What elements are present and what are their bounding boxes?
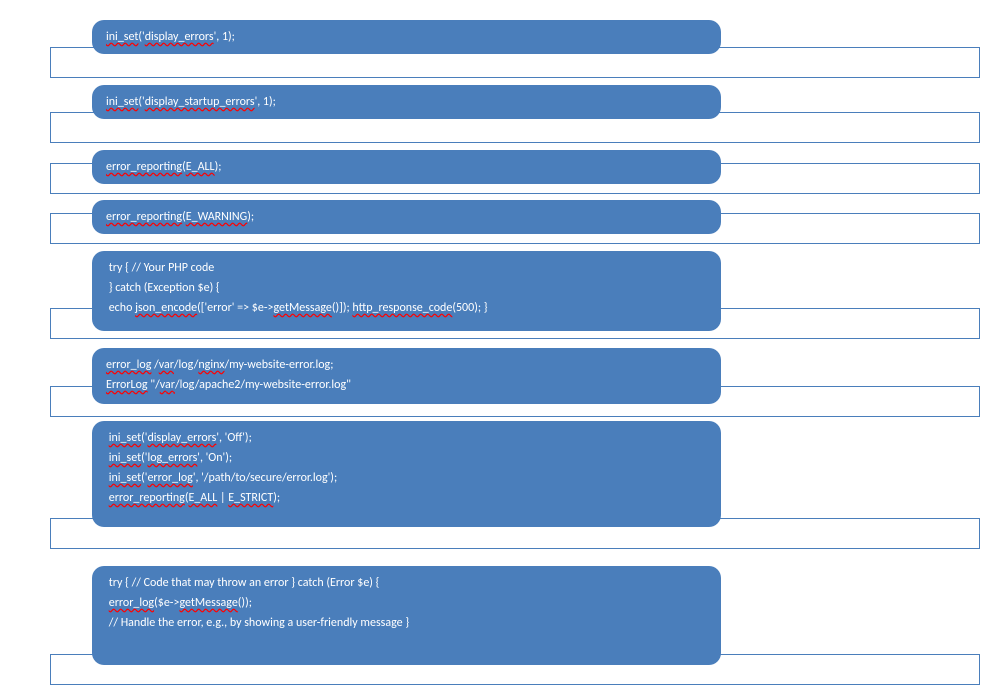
- code-line: error_log($e->getMessage());: [106, 593, 707, 613]
- code-block-1: ini_set('display_startup_errors', 1);: [92, 85, 721, 119]
- code-line: error_log /var/log/nginx/my-website-erro…: [106, 355, 707, 375]
- code-line: ErrorLog "/var/log/apache2/my-website-er…: [106, 375, 707, 395]
- code-block-6: ini_set('display_errors', 'Off'); ini_se…: [92, 421, 721, 527]
- code-block-2: error_reporting(E_ALL);: [92, 150, 721, 184]
- code-line: echo json_encode(['error' => $e->getMess…: [106, 298, 707, 318]
- code-line: error_reporting(E_ALL);: [106, 157, 707, 177]
- code-line: ini_set('display_errors', 1);: [106, 27, 707, 47]
- code-line: ini_set('log_errors', 'On');: [106, 448, 707, 468]
- code-line: try { // Code that may throw an error } …: [106, 573, 707, 593]
- code-line: try { // Your PHP code: [106, 258, 707, 278]
- code-line: // Handle the error, e.g., by showing a …: [106, 613, 707, 633]
- code-block-0: ini_set('display_errors', 1);: [92, 20, 721, 54]
- code-line: ini_set('error_log', '/path/to/secure/er…: [106, 468, 707, 488]
- code-block-5: error_log /var/log/nginx/my-website-erro…: [92, 348, 721, 404]
- code-line: ini_set('display_errors', 'Off');: [106, 428, 707, 448]
- code-line: } catch (Exception $e) {: [106, 278, 707, 298]
- code-line: ini_set('display_startup_errors', 1);: [106, 92, 707, 112]
- code-block-4: try { // Your PHP code } catch (Exceptio…: [92, 251, 721, 331]
- code-line: error_reporting(E_ALL | E_STRICT);: [106, 488, 707, 508]
- code-block-3: error_reporting(E_WARNING);: [92, 200, 721, 234]
- code-block-7: try { // Code that may throw an error } …: [92, 566, 721, 665]
- code-line: error_reporting(E_WARNING);: [106, 207, 707, 227]
